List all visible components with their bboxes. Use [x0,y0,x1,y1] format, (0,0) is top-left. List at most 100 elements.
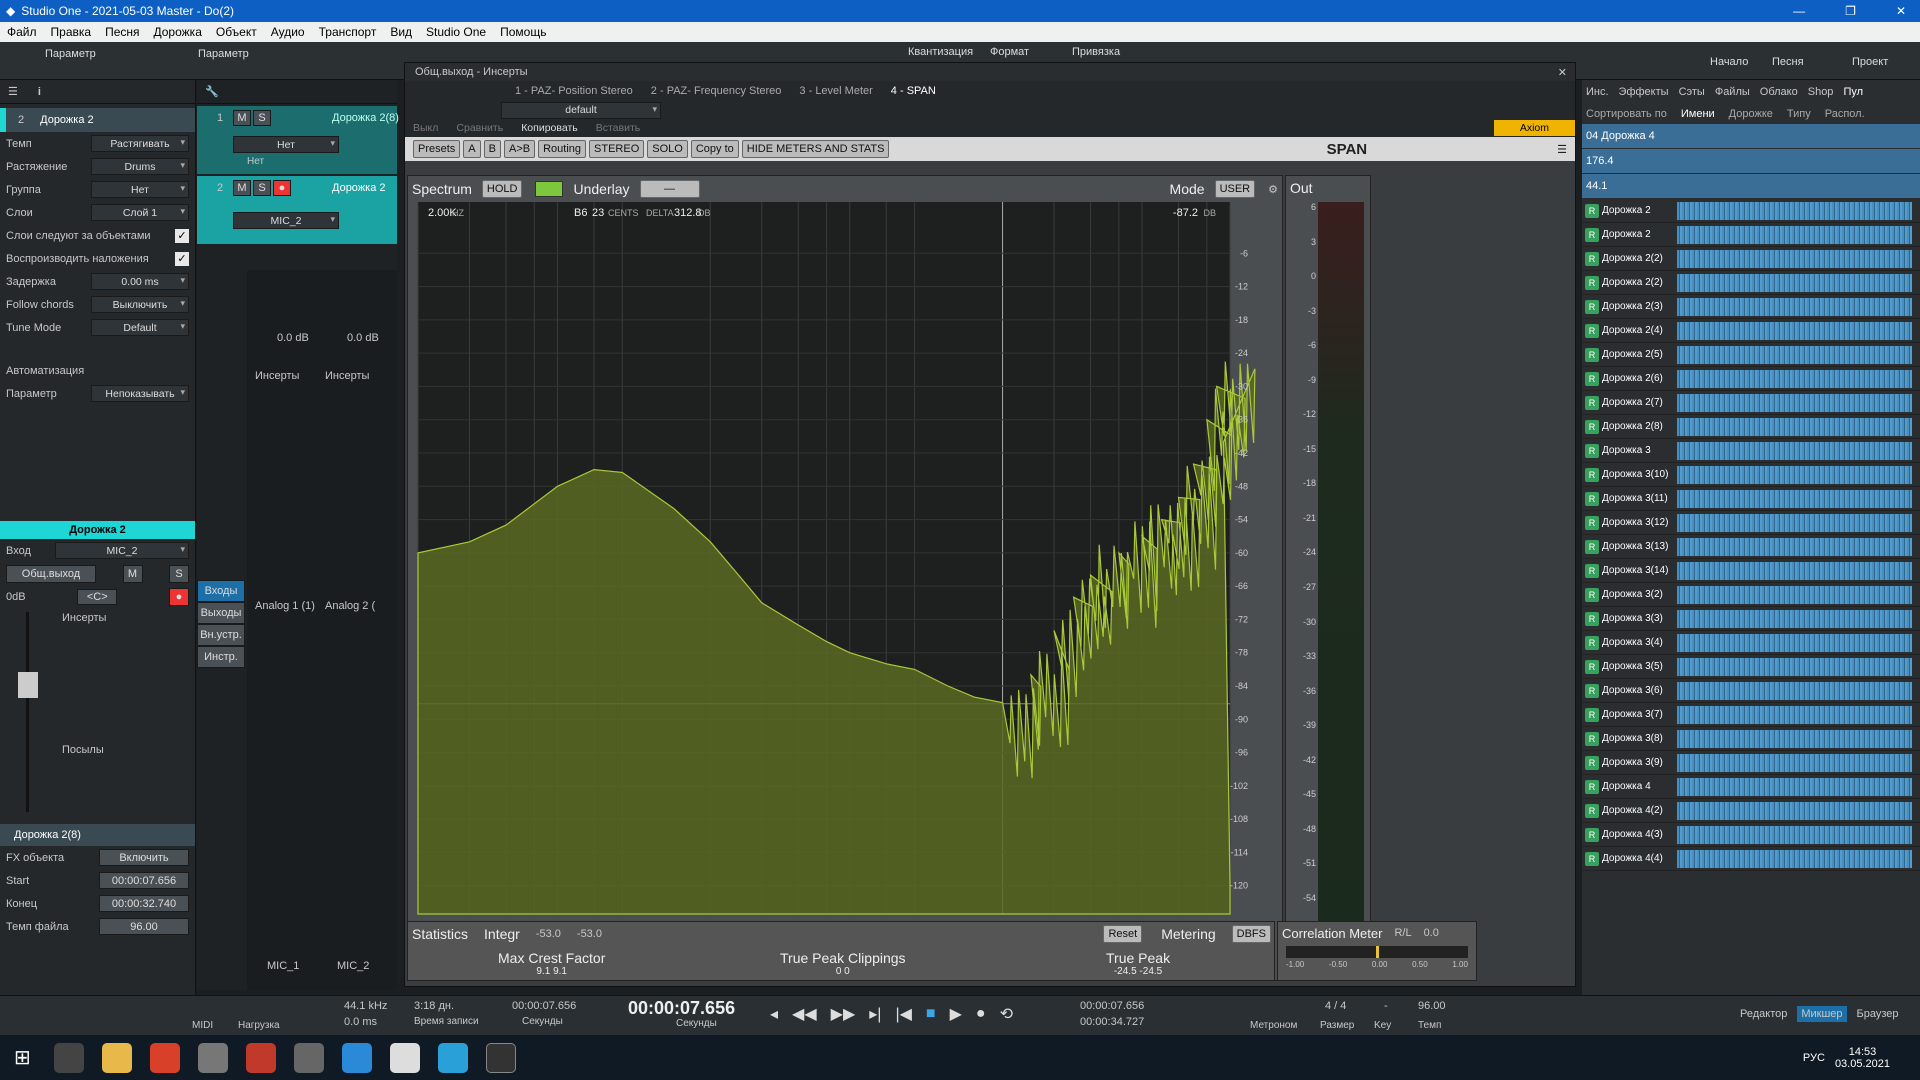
span-bar-button-2[interactable]: B [483,140,501,158]
hold-color-swatch[interactable] [535,181,564,197]
span-bar-button-6[interactable]: SOLO [647,140,688,158]
sort-option-1[interactable]: Дорожке [1729,108,1773,120]
play-icon[interactable]: ▶ [950,1004,962,1024]
gain-value[interactable]: 0dB [6,591,26,603]
pool-item-name[interactable]: Дорожка 2(3) [1602,301,1663,312]
tab-ext[interactable]: Вн.устр. [197,624,245,646]
settings-gear-icon[interactable]: ⚙ [1268,183,1278,196]
mode-value[interactable]: USER [1214,180,1256,198]
inspector-checkbox[interactable]: ✓ [175,228,189,243]
pool-item-name[interactable]: Дорожка 3(13) [1602,541,1668,552]
toolbar-param-2[interactable]: Параметр [198,48,249,60]
menu-7[interactable]: Вид [383,25,419,39]
pool-item-name[interactable]: Дорожка 2(5) [1602,349,1663,360]
windows-start-icon[interactable]: ⊞ [14,1045,31,1070]
rewind-icon[interactable]: ◀◀ [792,1004,817,1024]
page-song[interactable]: Песня [1772,56,1804,68]
app-icon-3[interactable] [245,1042,276,1073]
sort-option-0[interactable]: Имени [1681,108,1715,120]
pool-item-name[interactable]: Дорожка 2 [1602,205,1651,216]
pool-item[interactable]: R Дорожка 3(4) [1582,631,1920,655]
chrome-icon[interactable] [389,1042,420,1073]
inspector-track-name[interactable]: Дорожка 2 [40,114,94,126]
forward-icon[interactable]: ▶▶ [831,1004,856,1024]
app-icon-1[interactable] [149,1042,180,1073]
inspector-row-dropdown[interactable]: Растягивать [91,135,189,152]
start-value[interactable]: 00:00:07.656 [99,872,189,889]
pool-item-name[interactable]: Дорожка 3(7) [1602,709,1663,720]
pool-item-name[interactable]: Дорожка 2(4) [1602,325,1663,336]
key-value[interactable]: - [1384,1000,1388,1012]
app-icon-2[interactable] [197,1042,228,1073]
close-icon[interactable]: ✕ [1896,4,1906,18]
ch1-output[interactable]: MIC_1 [267,960,299,972]
pool-item[interactable]: R Дорожка 2(4) [1582,319,1920,343]
menu-5[interactable]: Аудио [264,25,312,39]
track-1-name[interactable]: Дорожка 2(8) [332,112,399,124]
plugin-tab-2[interactable]: 2 - PAZ- Frequency Stereo [651,85,782,97]
underlay-value[interactable]: — [639,180,700,198]
pool-item[interactable]: R Дорожка 2(3) [1582,295,1920,319]
span-bar-button-3[interactable]: A>B [503,140,536,158]
tab-instr[interactable]: Инстр. [197,646,245,668]
browser-tab-0[interactable]: Инс. [1586,86,1609,98]
span-bar-button-4[interactable]: Routing [538,140,587,158]
pool-item[interactable]: R Дорожка 2(7) [1582,391,1920,415]
view-editor[interactable]: Редактор [1740,1008,1787,1020]
browser-tab-5[interactable]: Shop [1808,86,1834,98]
track-1-mute[interactable]: M [233,110,251,126]
minimize-icon[interactable]: — [1793,4,1805,18]
span-bar-button-1[interactable]: A [463,140,481,158]
span-bar-button-0[interactable]: Presets [413,140,461,158]
pool-item-name[interactable]: Дорожка 3(14) [1602,565,1668,576]
page-start[interactable]: Начало [1710,56,1748,68]
studio-one-task-icon[interactable] [485,1042,516,1073]
browser-tab-2[interactable]: Сэты [1679,86,1705,98]
volume-fader[interactable] [6,612,52,812]
channel-name[interactable]: Дорожка 2 [0,521,195,539]
sort-option-2[interactable]: Типу [1787,108,1811,120]
pool-item[interactable]: R Дорожка 3(3) [1582,607,1920,631]
pool-item[interactable]: R Дорожка 3(11) [1582,487,1920,511]
pool-item[interactable]: R Дорожка 2(2) [1582,247,1920,271]
pool-item-name[interactable]: Дорожка 2(2) [1602,253,1663,264]
clock[interactable]: 14:53 03.05.2021 [1835,1046,1890,1070]
menu-4[interactable]: Объект [209,25,264,39]
pool-item[interactable]: R Дорожка 2 [1582,223,1920,247]
menu-8[interactable]: Studio One [419,25,493,39]
position-secondary[interactable]: 00:00:07.656 [512,1000,576,1012]
track-1-solo[interactable]: S [253,110,271,126]
pool-item[interactable]: R Дорожка 2(2) [1582,271,1920,295]
pool-item-name[interactable]: Дорожка 3(11) [1602,493,1668,504]
loop-icon[interactable]: ⟲ [1000,1004,1013,1024]
view-browser[interactable]: Браузер [1857,1008,1899,1020]
metronome-label[interactable]: Метроном [1250,1020,1297,1031]
pool-item[interactable]: R Дорожка 2(6) [1582,367,1920,391]
pan-value[interactable]: <C> [77,588,118,605]
pool-item[interactable]: R Дорожка 2 [1582,199,1920,223]
lang-indicator[interactable]: РУС [1803,1052,1825,1064]
pool-item[interactable]: R Дорожка 3(14) [1582,559,1920,583]
pool-item[interactable]: R Дорожка 2(8) [1582,415,1920,439]
pool-item[interactable]: R Дорожка 2(5) [1582,343,1920,367]
plugin-close-icon[interactable]: ✕ [1558,66,1567,79]
info-icon[interactable]: i [38,86,41,98]
pool-item[interactable]: R Дорожка 3 [1582,439,1920,463]
task-view-icon[interactable] [53,1042,84,1073]
track-2[interactable]: 2 M S ● Дорожка 2 MIC_2 [197,176,397,244]
fx-toggle[interactable]: Включить [99,849,189,866]
pool-item-name[interactable]: Дорожка 4(4) [1602,853,1663,864]
pool-item[interactable]: R Дорожка 3(8) [1582,727,1920,751]
track-2-mute[interactable]: M [233,180,251,196]
inspector-row-dropdown[interactable]: Default [91,319,189,336]
loop-left[interactable]: 00:00:07.656 [1080,1000,1144,1012]
toolbar-param-1[interactable]: Параметр [45,48,96,60]
pool-item[interactable]: R Дорожка 4(2) [1582,799,1920,823]
pool-item-name[interactable]: Дорожка 3(12) [1602,517,1668,528]
pool-item-name[interactable]: Дорожка 4(2) [1602,805,1663,816]
pool-item[interactable]: R Дорожка 3(7) [1582,703,1920,727]
pool-item[interactable]: R Дорожка 3(13) [1582,535,1920,559]
pool-item[interactable]: R Дорожка 3(6) [1582,679,1920,703]
pool-item-name[interactable]: Дорожка 2 [1602,229,1651,240]
stop-icon[interactable]: ■ [926,1005,936,1023]
